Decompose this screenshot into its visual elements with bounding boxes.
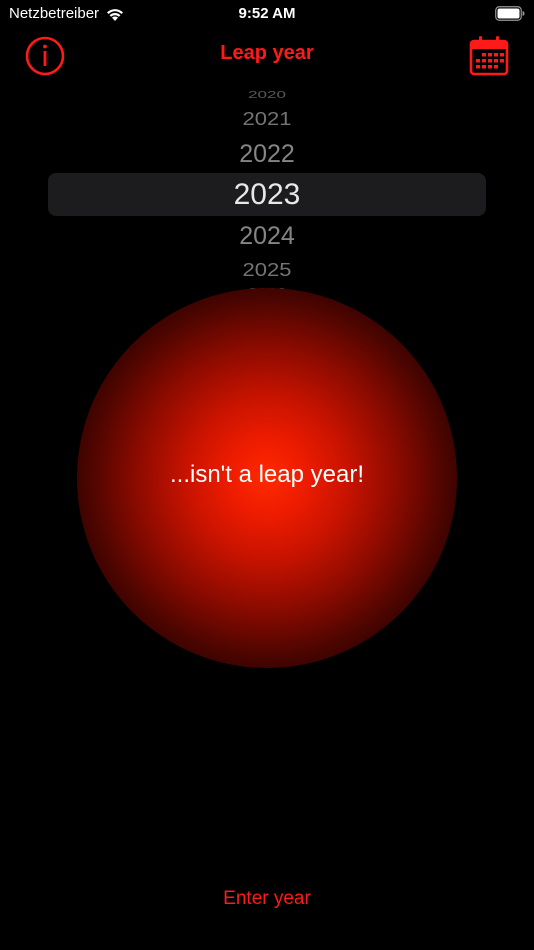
enter-year-button[interactable]: Enter year [167, 884, 367, 914]
status-time: 9:52 AM [238, 5, 296, 22]
year-picker[interactable]: 2020 2021 2022 2023 2024 2025 2026 [0, 78, 534, 312]
nav-bar: Leap year [0, 32, 534, 78]
calendar-icon[interactable] [468, 34, 510, 78]
picker-row-2025[interactable]: 2025 [0, 259, 534, 281]
status-bar: Netzbetreiber 9:52 AM [0, 0, 534, 28]
picker-row-2023-selected[interactable]: 2023 [0, 178, 534, 212]
picker-row-2021[interactable]: 2021 [0, 108, 534, 130]
battery-icon [495, 6, 525, 21]
picker-row-2020[interactable]: 2020 [0, 89, 534, 101]
page-title: Leap year [220, 42, 314, 64]
picker-row-2024[interactable]: 2024 [0, 222, 534, 251]
picker-row-2022[interactable]: 2022 [0, 140, 534, 169]
result-message: ...isn't a leap year! [169, 461, 364, 488]
